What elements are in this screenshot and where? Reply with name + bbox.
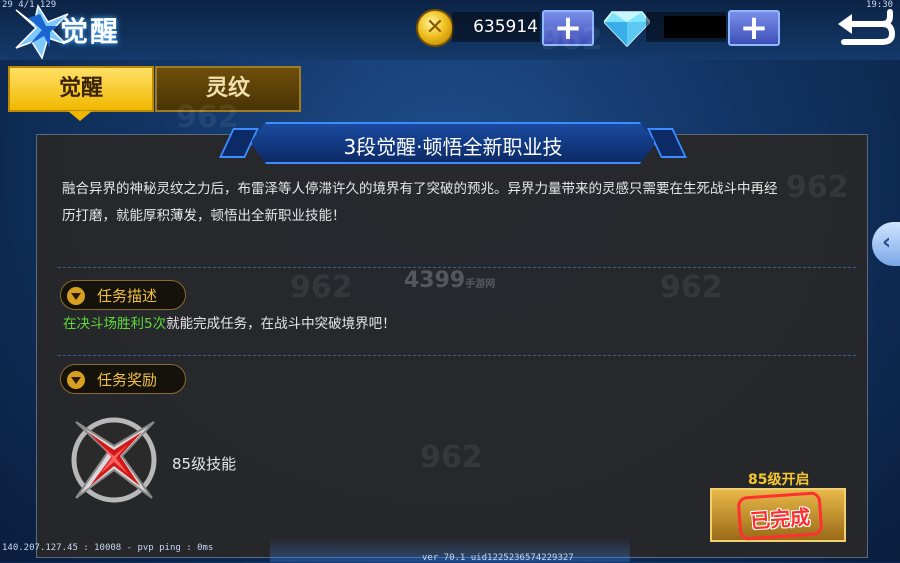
task-rest: 就能完成任务，在战斗中突破境界吧！ (166, 316, 396, 332)
page-title: 觉醒 (60, 15, 121, 48)
reward-section-label: 任务奖励 (97, 371, 158, 389)
side-expand-tab[interactable]: ‹ (872, 222, 900, 266)
completed-button[interactable]: 已完成 (710, 488, 846, 542)
tab-pointer (68, 111, 92, 121)
gold-coin-icon: ✕ (416, 9, 454, 47)
brand-watermark: 4399手游网 (404, 268, 495, 293)
task-section-header: 任务描述 (60, 280, 186, 310)
completed-label: 已完成 (749, 504, 811, 534)
gold-display: 635914 (452, 12, 540, 42)
level-requirement: 85级开启 (748, 472, 810, 488)
brand-watermark-text: 4399 (404, 268, 466, 293)
task-section-label: 任务描述 (97, 287, 158, 305)
gem-value (664, 16, 726, 38)
chevron-left-icon: ‹ (882, 230, 892, 255)
task-highlight: 在决斗场胜利5次 (63, 316, 167, 332)
chevron-down-icon (67, 287, 85, 305)
reward-section-header: 任务奖励 (60, 364, 186, 394)
tab-rune[interactable]: 灵纹 (155, 66, 301, 112)
description: 融合异界的神秘灵纹之力后，布雷泽等人停滞许久的境界有了突破的预兆。异界力量带来的… (62, 176, 836, 230)
chevron-down-icon (67, 371, 85, 389)
task-description: 在决斗场胜利5次就能完成任务，在战斗中突破境界吧！ (63, 312, 396, 332)
gem-display (646, 12, 726, 42)
gold-value: 635914 (473, 17, 538, 37)
panel-title: 3段觉醒·顿悟全新职业技 (343, 135, 563, 159)
back-arrow-icon[interactable] (836, 2, 896, 50)
panel-banner: 3段觉醒·顿悟全新职业技 (250, 122, 656, 164)
ping-info: 140.207.127.45 : 10008 - pvp ping : 0ms (2, 543, 214, 553)
description-line-1: 融合异界的神秘灵纹之力后，布雷泽等人停滞许久的境界有了突破的预兆。异界力量带来的… (62, 181, 778, 197)
add-gold-button[interactable]: + (542, 10, 594, 46)
completed-stamp: 已完成 (736, 491, 824, 541)
description-line-2: 历打磨，就能厚积薄发，顿悟出全新职业技能！ (62, 208, 346, 224)
reward-label: 85级技能 (172, 455, 237, 473)
tab-awaken[interactable]: 觉醒 (8, 66, 154, 112)
skill-x-icon[interactable] (66, 412, 162, 508)
diamond-icon (604, 11, 650, 48)
divider (58, 355, 856, 356)
add-gem-button[interactable]: + (728, 10, 780, 46)
brand-watermark-sub: 手游网 (465, 279, 496, 290)
